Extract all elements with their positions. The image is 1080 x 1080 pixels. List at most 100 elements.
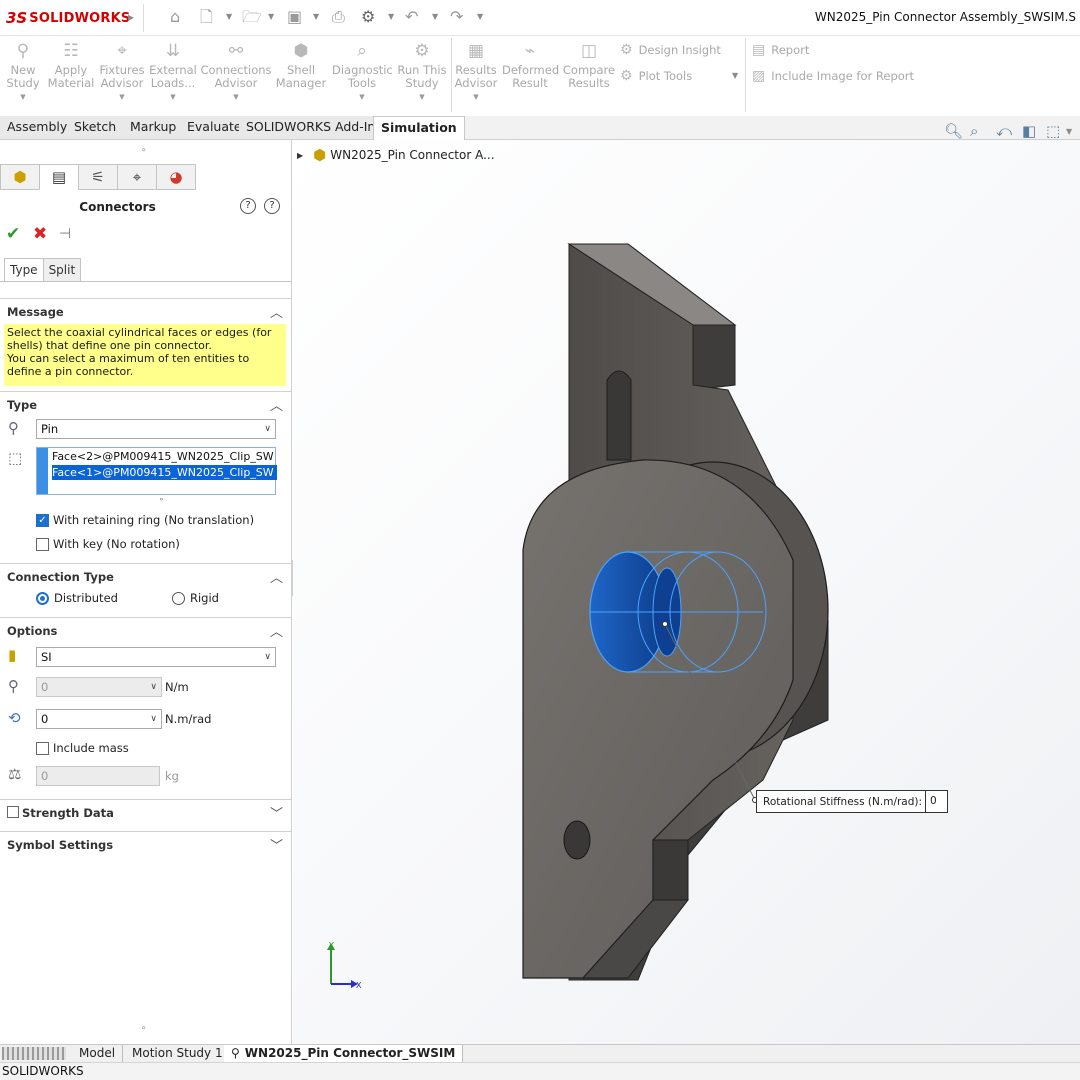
- dimxpert-tab[interactable]: ⌖: [117, 164, 157, 190]
- triad-x-label: X: [356, 981, 362, 990]
- apply-material-button[interactable]: ☷ Apply Material: [46, 40, 96, 90]
- help-icon[interactable]: ?: [264, 198, 280, 214]
- tab-simulation[interactable]: Simulation: [373, 116, 465, 140]
- open-icon[interactable]: 🗁: [242, 8, 262, 26]
- axial-stiffness-input[interactable]: 0 ∨: [36, 677, 162, 697]
- run-study-button[interactable]: ⚙ Run This Study ▼: [396, 40, 448, 104]
- save-dropdown-icon[interactable]: ▼: [313, 12, 319, 21]
- tab-markup[interactable]: Markup: [123, 116, 185, 139]
- connection-icon: ⚯: [228, 41, 244, 61]
- redo-icon[interactable]: ↷: [450, 8, 463, 26]
- home-icon[interactable]: ⌂: [170, 8, 180, 26]
- connections-advisor-button[interactable]: ⚯ Connections Advisor ▼: [200, 40, 272, 104]
- undo-dropdown-icon[interactable]: ▼: [432, 12, 438, 21]
- tab-type[interactable]: Type: [4, 258, 44, 282]
- rigid-radio[interactable]: Rigid: [172, 590, 219, 606]
- deformed-result-button[interactable]: ⌁ Deformed Result: [502, 40, 559, 90]
- distributed-radio[interactable]: Distributed: [36, 590, 118, 606]
- shell-manager-button[interactable]: ⬢ Shell Manager: [274, 40, 328, 90]
- list-item[interactable]: Face<2>@PM009415_WN2025_Clip_SW: [52, 449, 277, 464]
- with-key-checkbox[interactable]: With key (No rotation): [36, 536, 180, 552]
- results-advisor-button[interactable]: ▦ Results Advisor ▼: [452, 40, 500, 104]
- tab-model[interactable]: Model: [72, 1045, 124, 1062]
- tab-assembly[interactable]: Assembly: [0, 116, 76, 139]
- panel-resize-grip[interactable]: ⚬: [140, 146, 148, 156]
- include-mass-label: Include mass: [53, 741, 129, 755]
- tab-scroll-arrows[interactable]: [2, 1047, 66, 1060]
- display-manager-tab[interactable]: ◕: [156, 164, 196, 190]
- mass-input[interactable]: 0: [36, 766, 160, 786]
- open-dropdown-icon[interactable]: ▼: [268, 12, 274, 21]
- type-section-header[interactable]: Type ︿: [0, 391, 291, 415]
- checkbox-icon[interactable]: [7, 806, 19, 818]
- retaining-ring-label: With retaining ring (No translation): [53, 513, 255, 527]
- plot-tools-button[interactable]: ⚙ Plot Tools: [620, 68, 692, 84]
- chevron-down-icon: ﹀: [269, 807, 283, 822]
- list-item[interactable]: Face<1>@PM009415_WN2025_Clip_SW: [52, 465, 277, 480]
- tab-motion-study[interactable]: Motion Study 1: [125, 1045, 231, 1062]
- property-manager-tab[interactable]: ▤: [39, 164, 79, 190]
- triad-y-label: Y: [328, 941, 334, 950]
- feature-tree-root[interactable]: ▶ ⬢ WN2025_Pin Connector A...: [297, 146, 495, 164]
- strength-data-section-header[interactable]: Strength Data ﹀: [0, 799, 291, 823]
- external-loads-label: External Loads...: [149, 63, 197, 90]
- fixtures-advisor-button[interactable]: ⌖ Fixtures Advisor ▼: [96, 40, 148, 104]
- new-study-button[interactable]: ⚲ New Study ▼: [0, 40, 46, 104]
- connection-type-section-header[interactable]: Connection Type ︿: [0, 563, 291, 587]
- connector-type-select[interactable]: Pin ∨: [36, 419, 276, 439]
- panel-resize-grip[interactable]: ⚬: [140, 1024, 148, 1034]
- tab-sketch[interactable]: Sketch: [67, 116, 125, 139]
- print-icon[interactable]: ⎙: [332, 8, 345, 26]
- expand-arrow-icon[interactable]: ▶: [297, 151, 303, 160]
- report-button[interactable]: ▤ Report: [752, 42, 809, 58]
- graphics-area[interactable]: ▶ ⬢ WN2025_Pin Connector A... Rotational…: [293, 140, 1080, 1044]
- rotational-stiffness-callout[interactable]: Rotational Stiffness (N.m/rad): 0: [756, 790, 949, 813]
- diagnostic-tools-button[interactable]: ⌕ Diagnostic Tools ▼: [332, 40, 393, 104]
- list-resize-grip[interactable]: ⚬: [158, 495, 165, 504]
- plot-tools-dropdown-icon[interactable]: ▼: [732, 71, 738, 80]
- include-image-button[interactable]: ▨ Include Image for Report: [752, 68, 914, 84]
- zoom-to-fit-icon[interactable]: 🔍︎: [944, 122, 963, 140]
- zoom-to-area-icon[interactable]: ⌕: [970, 122, 978, 140]
- options-section-header[interactable]: Options ︿: [0, 617, 291, 641]
- solidworks-logo[interactable]: 3S SOLIDWORKS: [6, 9, 130, 27]
- save-icon[interactable]: ▣: [287, 8, 302, 26]
- ok-button[interactable]: ✔: [6, 224, 20, 244]
- message-section-header[interactable]: Message ︿: [0, 298, 291, 322]
- tab-simulation-study[interactable]: ⚲ WN2025_Pin Connector_SWSIM: [224, 1045, 464, 1062]
- cancel-button[interactable]: ✖: [33, 224, 47, 244]
- section-view-icon[interactable]: ◧: [1022, 122, 1036, 140]
- tab-solidworks-addins[interactable]: SOLIDWORKS Add-Ins: [239, 116, 390, 139]
- view-orientation-icon[interactable]: ⬚: [1046, 122, 1060, 140]
- with-key-label: With key (No rotation): [53, 537, 180, 551]
- retaining-ring-checkbox[interactable]: ✓ With retaining ring (No translation): [36, 512, 254, 528]
- symbol-settings-section-header[interactable]: Symbol Settings ﹀: [0, 831, 291, 855]
- undo-icon[interactable]: ↶: [405, 8, 418, 26]
- options-dropdown-icon[interactable]: ▼: [388, 12, 394, 21]
- include-mass-checkbox[interactable]: Include mass: [36, 740, 129, 756]
- feature-manager-tab[interactable]: ⬢: [0, 164, 40, 190]
- tab-split[interactable]: Split: [42, 258, 82, 282]
- compare-results-button[interactable]: ◫ Compare Results: [562, 40, 616, 90]
- message-header-label: Message: [7, 305, 64, 319]
- type-split-tabs: Type Split: [4, 258, 82, 282]
- units-select[interactable]: SI ∨: [36, 647, 276, 667]
- menu-expand-arrow-icon[interactable]: ▸: [128, 10, 134, 24]
- connector-type-value: Pin: [41, 422, 59, 436]
- face-selection-list[interactable]: Face<2>@PM009415_WN2025_Clip_SW Face<1>@…: [36, 447, 277, 495]
- redo-dropdown-icon[interactable]: ▼: [477, 12, 483, 21]
- pin-icon[interactable]: ⊣: [59, 226, 71, 242]
- chamfer-side: [652, 839, 689, 901]
- options-gear-icon[interactable]: ⚙: [361, 8, 375, 26]
- design-insight-button[interactable]: ⚙ Design Insight: [620, 42, 721, 58]
- previous-view-icon[interactable]: ⤺: [996, 122, 1012, 140]
- whats-new-help-icon[interactable]: ?: [240, 198, 256, 214]
- external-loads-button[interactable]: ⇊ External Loads... ▼: [148, 40, 198, 104]
- callout-value-field[interactable]: 0: [925, 791, 947, 812]
- rotational-stiffness-input[interactable]: 0 ∨: [36, 709, 162, 729]
- view-orientation-dropdown-icon[interactable]: ▼: [1066, 127, 1072, 136]
- new-document-icon[interactable]: 🗋: [200, 8, 213, 26]
- configuration-manager-tab[interactable]: ⚟: [78, 164, 118, 190]
- new-dropdown-icon[interactable]: ▼: [226, 12, 232, 21]
- pin-connector-assembly-model[interactable]: [293, 140, 1080, 1044]
